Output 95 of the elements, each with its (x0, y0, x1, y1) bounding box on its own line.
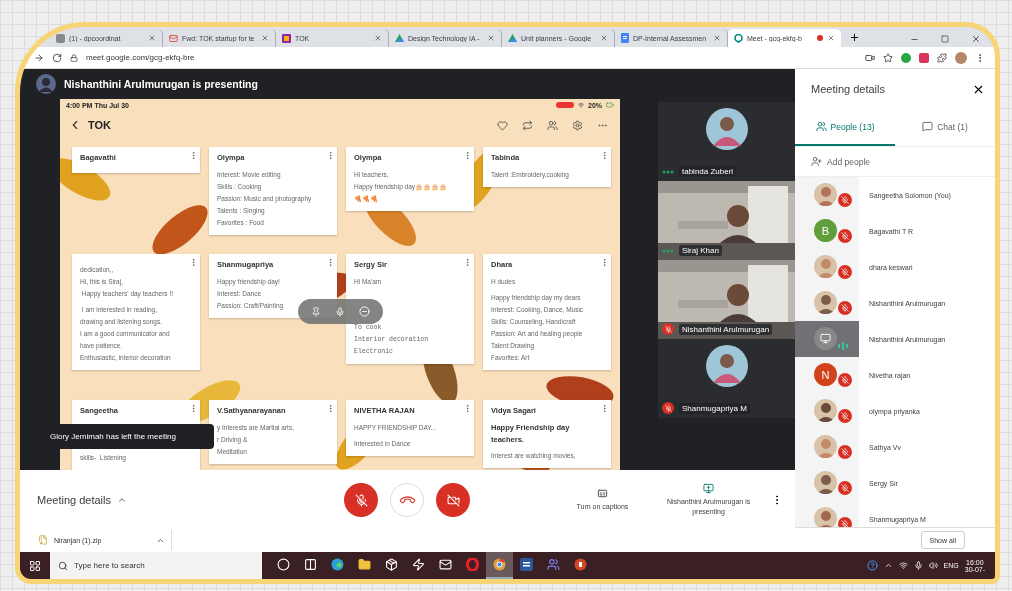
kebab-icon[interactable] (463, 258, 472, 267)
kebab-icon[interactable] (600, 258, 609, 267)
avatar (36, 74, 56, 94)
avatar (814, 255, 837, 278)
windows-icon (29, 559, 41, 572)
panel-title: Meeting details (811, 83, 886, 95)
taskbar-search-field[interactable]: Type here to search (50, 552, 262, 579)
present-screen-icon (703, 483, 715, 494)
meeting-details-button[interactable]: Meeting details (37, 494, 345, 506)
favicon-icon (395, 33, 404, 43)
kebab-icon[interactable] (189, 404, 198, 413)
kebab-icon[interactable] (600, 404, 609, 413)
bolt-icon (412, 558, 425, 571)
avatar[interactable] (955, 51, 967, 64)
kebab-icon[interactable] (326, 258, 335, 267)
lock-icon (70, 53, 78, 62)
pin-icon[interactable] (311, 306, 321, 317)
browser-icon (493, 558, 506, 571)
favicon-icon (508, 33, 517, 43)
favicon-icon (56, 33, 65, 43)
avatar (814, 399, 837, 422)
kebab-icon[interactable] (463, 151, 472, 160)
star-icon[interactable] (883, 52, 893, 63)
kebab-icon[interactable] (189, 258, 198, 267)
favicon-icon (734, 33, 743, 43)
favicon-icon (169, 33, 178, 43)
caret-icon (117, 495, 127, 505)
participant-name: Nishanthini Arulmurugan (679, 323, 773, 335)
people-icon[interactable] (547, 119, 558, 131)
favicon-icon (621, 33, 629, 43)
screen-share-icon (814, 327, 837, 350)
recording-icon (556, 102, 574, 108)
favicon-icon (282, 33, 291, 43)
folder-icon (358, 558, 371, 571)
document-icon (520, 558, 533, 571)
heart-icon[interactable] (497, 119, 508, 131)
extension-icon[interactable] (919, 52, 929, 63)
slides-icon (574, 558, 587, 571)
kebab-icon[interactable] (463, 404, 472, 413)
add-person-icon (811, 156, 822, 167)
hang-up-button[interactable] (390, 483, 425, 517)
repeat-icon[interactable] (522, 119, 533, 131)
board-title: TOK (88, 119, 112, 131)
browser-icon (331, 558, 344, 571)
settings-icon[interactable] (572, 119, 583, 131)
camera-icon[interactable] (865, 52, 875, 63)
new-tab-icon[interactable] (849, 32, 860, 43)
zip-file-icon (38, 535, 48, 545)
mic-off-icon (355, 493, 368, 507)
ring-icon (466, 558, 479, 571)
extensions-icon[interactable] (937, 52, 947, 63)
avatar (705, 345, 748, 387)
search-icon (58, 560, 68, 571)
volume-icon[interactable] (928, 561, 938, 570)
extension-icon[interactable] (901, 52, 911, 63)
participant-name: Shanmugapriya M (679, 402, 750, 414)
help-icon[interactable] (866, 560, 878, 571)
avatar: B (814, 219, 837, 242)
forward-icon[interactable] (34, 52, 44, 63)
camera-button[interactable] (436, 483, 471, 517)
reload-icon[interactable] (52, 52, 62, 63)
avatar (814, 183, 837, 206)
wifi-icon (578, 102, 584, 108)
avatar (814, 291, 837, 314)
box-icon (385, 558, 398, 571)
kebab-icon[interactable] (326, 404, 335, 413)
circle-icon (277, 558, 290, 571)
captions-icon (596, 488, 608, 499)
mail-icon (439, 558, 452, 571)
avatar (705, 108, 748, 150)
avatar (814, 435, 837, 458)
kebab-icon[interactable] (189, 151, 198, 160)
remove-icon[interactable] (359, 306, 370, 317)
caret-icon[interactable] (883, 561, 893, 570)
chat-icon (922, 121, 934, 132)
participant-name: tabinda Zuberi (679, 166, 737, 177)
panel-tab[interactable]: Chat (1) (895, 109, 995, 146)
panel-tab[interactable]: People (13) (795, 109, 895, 146)
participant-name: Siraj Khan (679, 245, 722, 256)
task-view-icon (304, 558, 317, 571)
maximize-icon[interactable] (941, 35, 949, 43)
close-icon[interactable] (971, 34, 981, 44)
avatar (814, 471, 837, 494)
battery-icon (606, 101, 614, 109)
mic-icon[interactable] (913, 561, 923, 570)
kebab-icon[interactable] (600, 151, 609, 160)
camera-off-icon (447, 493, 460, 507)
avatar: N (814, 363, 837, 386)
avatar (814, 507, 837, 527)
presenter-label: Nishanthini Arulmurugan is presenting (64, 78, 258, 90)
kebab-icon[interactable] (326, 151, 335, 160)
people-icon (815, 121, 827, 132)
people-icon (547, 558, 560, 571)
network-icon[interactable] (898, 561, 908, 570)
microphone-button[interactable] (344, 483, 379, 517)
